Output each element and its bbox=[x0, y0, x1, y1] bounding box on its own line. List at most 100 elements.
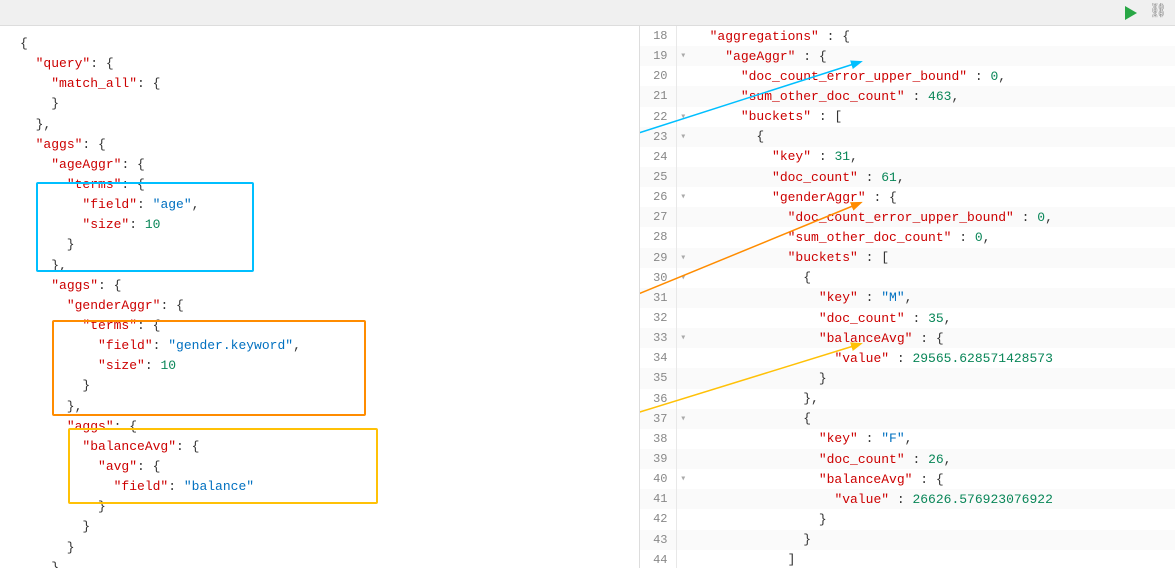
table-row: 43 } bbox=[640, 530, 1175, 550]
link-icon[interactable]: ⛓ bbox=[1149, 3, 1167, 23]
fold-icon[interactable]: ▾ bbox=[676, 107, 690, 127]
fold-icon bbox=[676, 389, 690, 409]
fold-icon bbox=[676, 26, 690, 46]
fold-icon bbox=[676, 227, 690, 247]
line-number: 24 bbox=[640, 147, 676, 167]
line-content: { bbox=[690, 409, 1175, 429]
table-row: 29 ▾ "buckets" : [ bbox=[640, 248, 1175, 268]
line-content: "aggregations" : { bbox=[690, 26, 1175, 46]
left-panel: { "query": { "match_all": { } }, "aggs":… bbox=[0, 26, 640, 568]
line-number: 25 bbox=[640, 167, 676, 187]
line-number: 26 bbox=[640, 187, 676, 207]
line-content: "balanceAvg" : { bbox=[690, 469, 1175, 489]
table-row: 42 } bbox=[640, 509, 1175, 529]
table-row: 21 "sum_other_doc_count" : 463, bbox=[640, 86, 1175, 106]
fold-icon[interactable]: ▾ bbox=[676, 328, 690, 348]
line-number: 22 bbox=[640, 107, 676, 127]
fold-icon bbox=[676, 147, 690, 167]
line-content: "value" : 29565.628571428573 bbox=[690, 348, 1175, 368]
line-number: 40 bbox=[640, 469, 676, 489]
fold-icon bbox=[676, 509, 690, 529]
line-content: "sum_other_doc_count" : 0, bbox=[690, 227, 1175, 247]
response-code-table: 18 "aggregations" : { 19 ▾ "ageAggr" : {… bbox=[640, 26, 1175, 568]
line-content: } bbox=[690, 509, 1175, 529]
line-content: ] bbox=[690, 550, 1175, 568]
line-content: "key" : 31, bbox=[690, 147, 1175, 167]
table-row: 18 "aggregations" : { bbox=[640, 26, 1175, 46]
line-number: 21 bbox=[640, 86, 676, 106]
line-number: 34 bbox=[640, 348, 676, 368]
table-row: 41 "value" : 26626.576923076922 bbox=[640, 489, 1175, 509]
line-number: 38 bbox=[640, 429, 676, 449]
table-row: 34 "value" : 29565.628571428573 bbox=[640, 348, 1175, 368]
table-row: 36 }, bbox=[640, 389, 1175, 409]
line-content: }, bbox=[690, 389, 1175, 409]
line-number: 31 bbox=[640, 288, 676, 308]
fold-icon[interactable]: ▾ bbox=[676, 187, 690, 207]
fold-icon bbox=[676, 348, 690, 368]
right-panel: 18 "aggregations" : { 19 ▾ "ageAggr" : {… bbox=[640, 26, 1175, 568]
line-content: "balanceAvg" : { bbox=[690, 328, 1175, 348]
fold-icon bbox=[676, 167, 690, 187]
line-number: 18 bbox=[640, 26, 676, 46]
line-content: "doc_count_error_upper_bound" : 0, bbox=[690, 207, 1175, 227]
line-content: "ageAggr" : { bbox=[690, 46, 1175, 66]
line-number: 37 bbox=[640, 409, 676, 429]
line-number: 28 bbox=[640, 227, 676, 247]
line-number: 39 bbox=[640, 449, 676, 469]
table-row: 23 ▾ { bbox=[640, 127, 1175, 147]
table-row: 28 "sum_other_doc_count" : 0, bbox=[640, 227, 1175, 247]
table-row: 32 "doc_count" : 35, bbox=[640, 308, 1175, 328]
line-number: 36 bbox=[640, 389, 676, 409]
line-number: 43 bbox=[640, 530, 676, 550]
fold-icon bbox=[676, 530, 690, 550]
line-number: 44 bbox=[640, 550, 676, 568]
line-number: 27 bbox=[640, 207, 676, 227]
fold-icon bbox=[676, 207, 690, 227]
table-row: 37 ▾ { bbox=[640, 409, 1175, 429]
line-content: "buckets" : [ bbox=[690, 248, 1175, 268]
fold-icon bbox=[676, 429, 690, 449]
run-button[interactable] bbox=[1121, 3, 1141, 23]
line-content: "doc_count" : 26, bbox=[690, 449, 1175, 469]
main-content: { "query": { "match_all": { } }, "aggs":… bbox=[0, 26, 1175, 568]
table-row: 31 "key" : "M", bbox=[640, 288, 1175, 308]
line-content: "doc_count" : 35, bbox=[690, 308, 1175, 328]
line-content: "genderAggr" : { bbox=[690, 187, 1175, 207]
table-row: 26 ▾ "genderAggr" : { bbox=[640, 187, 1175, 207]
line-content: "value" : 26626.576923076922 bbox=[690, 489, 1175, 509]
fold-icon[interactable]: ▾ bbox=[676, 409, 690, 429]
play-icon bbox=[1125, 6, 1137, 20]
line-number: 23 bbox=[640, 127, 676, 147]
line-number: 32 bbox=[640, 308, 676, 328]
line-content: "doc_count_error_upper_bound" : 0, bbox=[690, 66, 1175, 86]
table-row: 35 } bbox=[640, 368, 1175, 388]
fold-icon[interactable]: ▾ bbox=[676, 469, 690, 489]
line-number: 29 bbox=[640, 248, 676, 268]
table-row: 30 ▾ { bbox=[640, 268, 1175, 288]
line-content: { bbox=[690, 127, 1175, 147]
line-number: 30 bbox=[640, 268, 676, 288]
line-content: "sum_other_doc_count" : 463, bbox=[690, 86, 1175, 106]
line-number: 20 bbox=[640, 66, 676, 86]
line-number: 19 bbox=[640, 46, 676, 66]
line-number: 41 bbox=[640, 489, 676, 509]
fold-icon[interactable]: ▾ bbox=[676, 127, 690, 147]
table-row: 20 "doc_count_error_upper_bound" : 0, bbox=[640, 66, 1175, 86]
table-row: 22 ▾ "buckets" : [ bbox=[640, 107, 1175, 127]
header-actions: ⛓ bbox=[1121, 3, 1167, 23]
line-number: 35 bbox=[640, 368, 676, 388]
line-content: } bbox=[690, 530, 1175, 550]
fold-icon[interactable]: ▾ bbox=[676, 268, 690, 288]
line-number: 42 bbox=[640, 509, 676, 529]
left-code-area: { "query": { "match_all": { } }, "aggs":… bbox=[0, 30, 639, 568]
fold-icon[interactable]: ▾ bbox=[676, 46, 690, 66]
fold-icon bbox=[676, 368, 690, 388]
table-row: 24 "key" : 31, bbox=[640, 147, 1175, 167]
table-row: 44 ] bbox=[640, 550, 1175, 568]
table-row: 38 "key" : "F", bbox=[640, 429, 1175, 449]
fold-icon[interactable]: ▾ bbox=[676, 248, 690, 268]
fold-icon bbox=[676, 489, 690, 509]
fold-icon bbox=[676, 288, 690, 308]
table-row: 27 "doc_count_error_upper_bound" : 0, bbox=[640, 207, 1175, 227]
